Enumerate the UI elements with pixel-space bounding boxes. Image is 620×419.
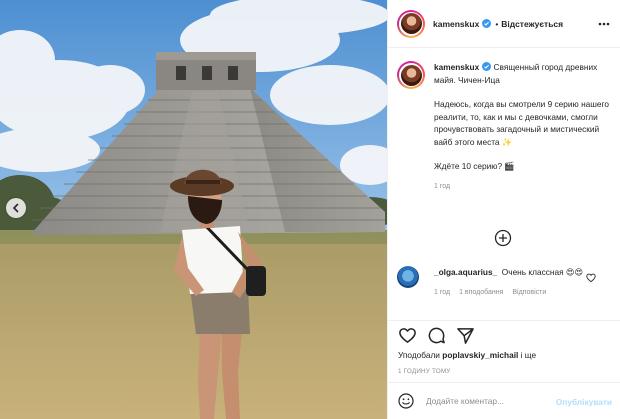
- add-comment-bar: Опублікувати: [388, 382, 620, 419]
- author-avatar[interactable]: [397, 9, 425, 38]
- verified-badge-icon: [482, 62, 492, 71]
- heart-icon[interactable]: [398, 326, 417, 345]
- comment-likes[interactable]: 1 вподобання: [459, 289, 503, 296]
- liked-by-user[interactable]: poplavskiy_michail: [442, 350, 518, 360]
- share-icon[interactable]: [456, 326, 475, 345]
- header-separator: •: [495, 18, 499, 29]
- comment-meta: 1 год 1 вподобання Відповісти: [434, 289, 612, 296]
- comment-icon[interactable]: [427, 326, 446, 345]
- publish-button[interactable]: Опублікувати: [556, 397, 612, 407]
- comment-item: _olga.aquarius_ Очень классная 😍😍 1 год …: [397, 266, 612, 296]
- post-header: kamenskux • Відстежується: [388, 0, 620, 48]
- caption-paragraph-2: Надеюсь, когда вы смотрели 9 серию нашег…: [434, 98, 612, 148]
- commenter-avatar[interactable]: [397, 266, 419, 288]
- caption-paragraph-3: Ждёте 10 серию? 🎬: [434, 160, 612, 173]
- comment-timestamp[interactable]: 1 год: [434, 289, 450, 296]
- comment-input[interactable]: [426, 396, 536, 406]
- chevron-left-icon: [12, 203, 19, 213]
- more-options-button[interactable]: [597, 17, 611, 31]
- caption-text-2: Надеюсь, когда вы смотрели 9 серию нашег…: [434, 99, 609, 147]
- comment-heart-icon[interactable]: [586, 273, 596, 283]
- caption-timestamp[interactable]: 1 год: [434, 181, 612, 194]
- carousel-previous-button[interactable]: [6, 198, 26, 218]
- action-icons: [398, 326, 475, 345]
- comment-reply-button[interactable]: Відповісти: [512, 289, 546, 296]
- author-username[interactable]: kamenskux: [433, 19, 479, 29]
- caption-paragraph-1: kamenskux Священный город древних майя. …: [434, 61, 612, 86]
- post-actions: Уподобали poplavskiy_michail і ще 1 ГОДИ…: [388, 320, 620, 382]
- caption-text-3: Ждёте 10 серию? 🎬: [434, 161, 515, 171]
- post-timestamp[interactable]: 1 ГОДИНУ ТОМУ: [398, 368, 450, 375]
- emoji-icon[interactable]: [398, 393, 414, 409]
- post-photo-scene: [0, 0, 387, 419]
- following-button[interactable]: Відстежується: [501, 19, 563, 29]
- post-photo: [0, 0, 387, 419]
- liked-by: Уподобали poplavskiy_michail і ще: [398, 350, 536, 360]
- caption-author-avatar[interactable]: [397, 61, 425, 89]
- more-options-icon: [598, 22, 610, 26]
- verified-badge-icon: [482, 19, 492, 28]
- post-caption: kamenskux Священный город древних майя. …: [397, 61, 612, 193]
- sparkle-emoji: ✨: [501, 136, 513, 147]
- load-more-comments-icon[interactable]: [494, 229, 512, 247]
- post-sidebar: kamenskux • Відстежується kamenskux Свящ…: [387, 0, 620, 419]
- caption-username[interactable]: kamenskux: [434, 62, 479, 72]
- comment-text: _olga.aquarius_ Очень классная 😍😍: [434, 266, 584, 279]
- comment-content: Очень классная 😍😍: [501, 267, 584, 277]
- comments-section: kamenskux Священный город древних майя. …: [388, 48, 620, 320]
- liked-by-suffix[interactable]: і ще: [518, 350, 537, 360]
- commenter-username[interactable]: _olga.aquarius_: [434, 267, 497, 277]
- liked-by-prefix: Уподобали: [398, 350, 443, 360]
